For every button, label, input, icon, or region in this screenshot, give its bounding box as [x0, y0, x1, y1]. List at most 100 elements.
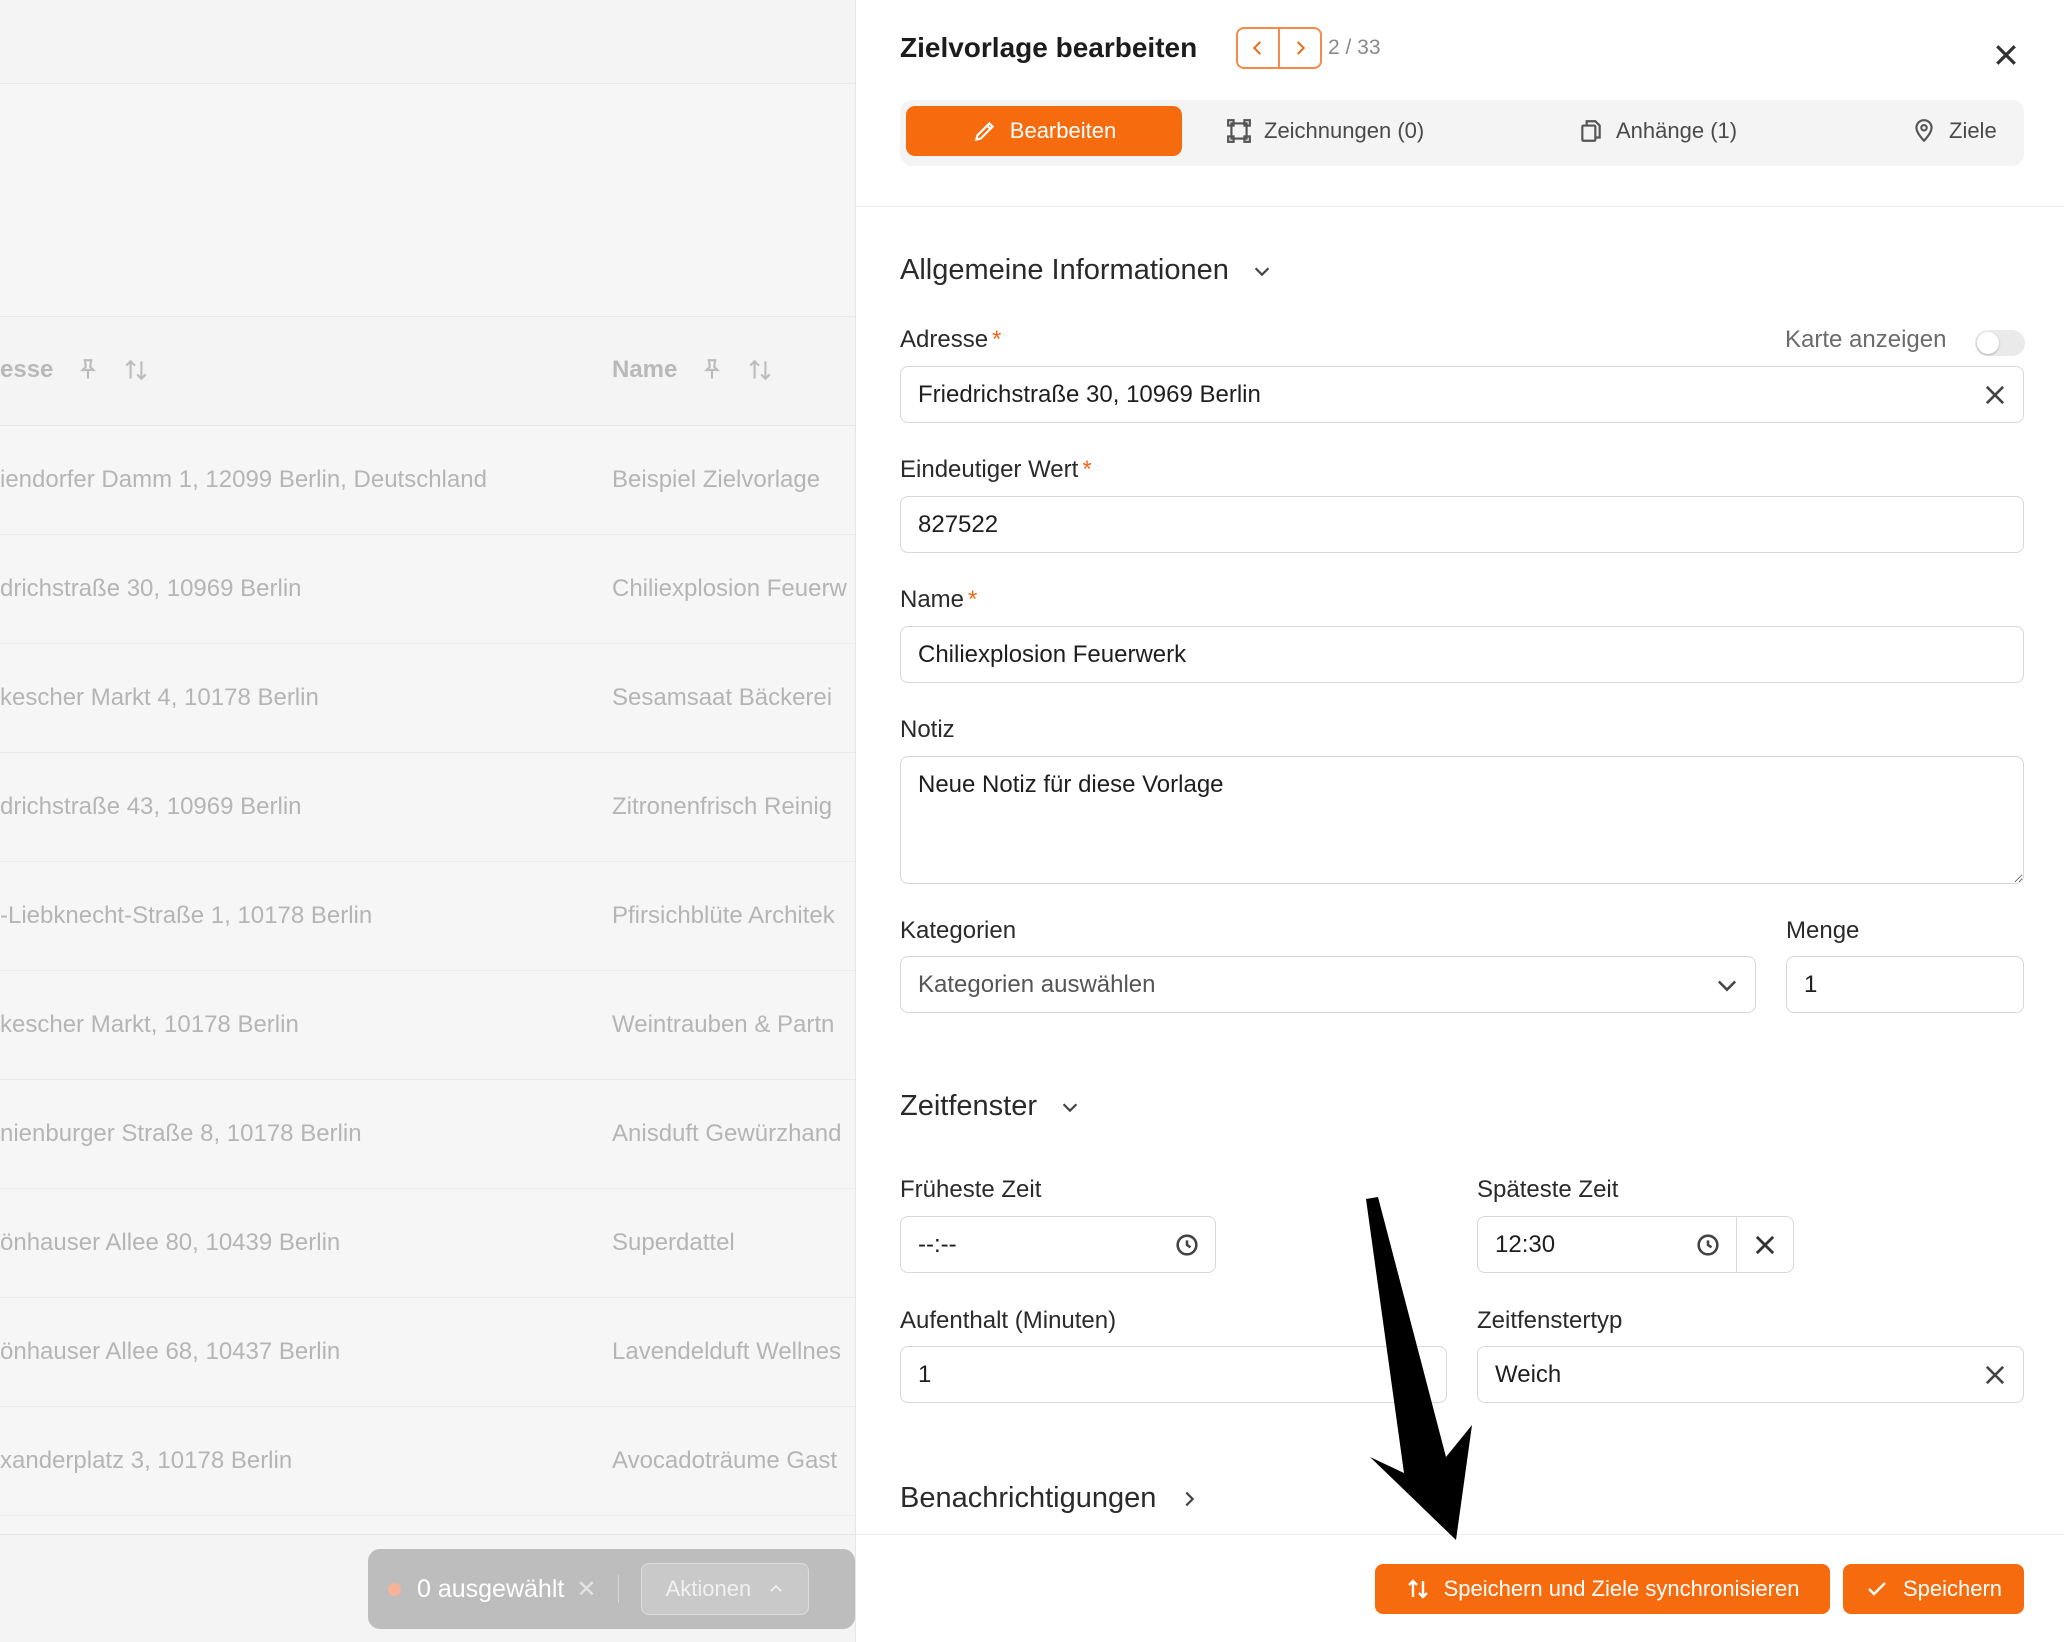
earliest-time-input[interactable]: --:--: [900, 1216, 1216, 1273]
table-row[interactable]: önhauser Allee 68, 10437 Berlin Lavendeld…: [0, 1298, 855, 1407]
name-input[interactable]: Chiliexplosion Feuerwerk: [900, 626, 2024, 683]
sort-icon[interactable]: [747, 357, 773, 383]
actions-button[interactable]: Aktionen: [641, 1563, 810, 1615]
close-icon: [1996, 45, 2016, 65]
row-name: Pfirsichblüte Architek: [612, 902, 835, 929]
row-address: drichstraße 30, 10969 Berlin: [0, 575, 302, 602]
tab-bearbeiten[interactable]: Bearbeiten: [906, 106, 1182, 156]
row-address: xanderplatz 3, 10178 Berlin: [0, 1447, 293, 1474]
toggle-knob: [1977, 332, 1999, 354]
row-name: Chiliexplosion Feuerw: [612, 575, 847, 602]
table-row[interactable]: kescher Markt, 10178 Berlin Weintrauben &…: [0, 971, 855, 1080]
chevron-left-icon: [1252, 41, 1261, 55]
timewindow-type-select[interactable]: Weich: [1477, 1346, 2024, 1403]
show-map-toggle[interactable]: [1975, 330, 2025, 356]
section-general-toggle[interactable]: Allgemeine Informationen: [900, 254, 1273, 287]
selection-dot: [388, 1582, 401, 1596]
quantity-input[interactable]: 1: [1786, 956, 2024, 1013]
record-counter: 2 / 33: [1328, 36, 1381, 59]
section-timewindow-toggle[interactable]: Zeitfenster: [900, 1090, 1081, 1123]
panel-divider: [856, 206, 2064, 207]
row-address: drichstraße 43, 10969 Berlin: [0, 793, 302, 820]
column-header-name[interactable]: Name: [612, 356, 773, 384]
selection-separator: [618, 1575, 620, 1603]
background-table: esse Name iendorfer Damm 1, 12099 Berlin…: [0, 0, 855, 1642]
check-icon: [1868, 1582, 1886, 1596]
section-notifications-toggle[interactable]: Benachrichtigungen: [900, 1482, 1200, 1515]
row-name: Superdattel: [612, 1229, 735, 1256]
clock-icon[interactable]: [1173, 1231, 1201, 1259]
row-address: önhauser Allee 68, 10437 Berlin: [0, 1338, 341, 1365]
table-row[interactable]: xanderplatz 3, 10178 Berlin Avocadoträume…: [0, 1407, 855, 1516]
row-name: Sesamsaat Bäckerei: [612, 684, 833, 711]
tab-bar: Bearbeiten Zeichnungen (0) Anhänge (1) Z…: [900, 100, 2024, 166]
clear-selection-icon[interactable]: ✕: [576, 1575, 596, 1604]
address-input[interactable]: Friedrichstraße 30, 10969 Berlin: [900, 366, 2024, 423]
chevron-up-icon: [770, 1584, 783, 1592]
map-pin-icon: [1915, 119, 1933, 143]
close-icon: [1985, 1365, 2005, 1385]
selection-count: 0 ausgewählt: [417, 1574, 565, 1603]
name-label: Name *: [900, 586, 978, 613]
table-row[interactable]: drichstraße 30, 10969 Berlin Chiliexplosi…: [0, 535, 855, 644]
close-button[interactable]: [1991, 40, 2021, 70]
close-icon: [1985, 385, 2005, 405]
row-name: Avocadoträume Gast: [612, 1447, 838, 1474]
save-button[interactable]: Speichern: [1843, 1564, 2024, 1614]
clear-timewindow-type-button[interactable]: [1981, 1361, 2009, 1389]
row-address: önhauser Allee 80, 10439 Berlin: [0, 1229, 341, 1256]
row-name: Beispiel Zielvorlage: [612, 466, 821, 493]
next-button[interactable]: [1278, 29, 1320, 67]
row-address: nienburger Straße 8, 10178 Berlin: [0, 1120, 362, 1147]
tab-anhaenge[interactable]: Anhänge (1): [1578, 106, 1737, 156]
row-name: Zitronenfrisch Reinig: [612, 793, 833, 820]
dropdown-chevron: [1713, 971, 1741, 999]
record-navigation: [1236, 27, 1322, 69]
stay-minutes-label: Aufenthalt (Minuten): [900, 1307, 1117, 1334]
unique-value-label: Eindeutiger Wert *: [900, 456, 1092, 483]
pencil-icon: [974, 121, 994, 142]
clear-address-button[interactable]: [1981, 381, 2009, 409]
clock-icon[interactable]: [1694, 1231, 1722, 1259]
row-name: Lavendelduft Wellnes: [612, 1338, 842, 1365]
table-row[interactable]: kescher Markt 4, 10178 Berlin Sesamsaat B…: [0, 644, 855, 753]
note-textarea[interactable]: Neue Notiz für diese Vorlage: [900, 756, 2024, 884]
table-row[interactable]: -Liebknecht-Straße 1, 10178 Berlin Pfirsi…: [0, 862, 855, 971]
shape-icon: [1227, 119, 1251, 143]
row-address: iendorfer Damm 1, 12099 Berlin, Deutschl…: [0, 466, 487, 493]
table-row[interactable]: iendorfer Damm 1, 12099 Berlin, Deutschl…: [0, 426, 855, 535]
pin-icon[interactable]: [75, 357, 101, 383]
copy-icon: [1581, 120, 1601, 142]
previous-button[interactable]: [1238, 29, 1278, 67]
table-row[interactable]: nienburger Straße 8, 10178 Berlin Anisduf…: [0, 1080, 855, 1189]
latest-time-input[interactable]: 12:30: [1477, 1216, 1737, 1273]
chevron-right-icon: [1185, 1491, 1195, 1506]
chevron-down-icon: [1062, 1102, 1078, 1112]
table-row[interactable]: önhauser Allee 80, 10439 Berlin Superdatt…: [0, 1189, 855, 1298]
column-header-address[interactable]: esse: [0, 356, 149, 384]
annotation-arrow-icon: [1366, 1197, 1472, 1540]
unique-value-input[interactable]: 827522: [900, 496, 2024, 553]
row-name: Anisduft Gewürzhand: [612, 1120, 842, 1147]
save-and-sync-button[interactable]: Speichern und Ziele synchronisieren: [1375, 1564, 1830, 1614]
sort-icon[interactable]: [123, 357, 149, 383]
table-row[interactable]: drichstraße 43, 10969 Berlin Zitronenfris…: [0, 753, 855, 862]
pin-icon[interactable]: [699, 357, 725, 383]
chevron-down-icon: [1254, 266, 1270, 276]
selection-bar: 0 ausgewählt ✕ Aktionen: [368, 1549, 855, 1629]
row-name: Weintrauben & Partn: [612, 1011, 835, 1038]
background-topbar: [0, 0, 855, 84]
show-map-label: Karte anzeigen: [1785, 326, 1947, 353]
tab-zeichnungen[interactable]: Zeichnungen (0): [1226, 106, 1424, 156]
row-address: kescher Markt, 10178 Berlin: [0, 1011, 299, 1038]
earliest-time-label: Früheste Zeit: [900, 1176, 1042, 1203]
swap-vertical-icon: [1407, 1579, 1428, 1599]
tab-ziele[interactable]: Ziele: [1911, 106, 1997, 156]
categories-label: Kategorien: [900, 917, 1017, 944]
quantity-label: Menge: [1786, 917, 1860, 944]
categories-select[interactable]: Kategorien auswählen: [900, 956, 1756, 1013]
panel-title: Zielvorlage bearbeiten: [900, 32, 1198, 63]
row-address: kescher Markt 4, 10178 Berlin: [0, 684, 319, 711]
chevron-right-icon: [1297, 41, 1306, 55]
clear-latest-time-button[interactable]: [1737, 1216, 1794, 1273]
